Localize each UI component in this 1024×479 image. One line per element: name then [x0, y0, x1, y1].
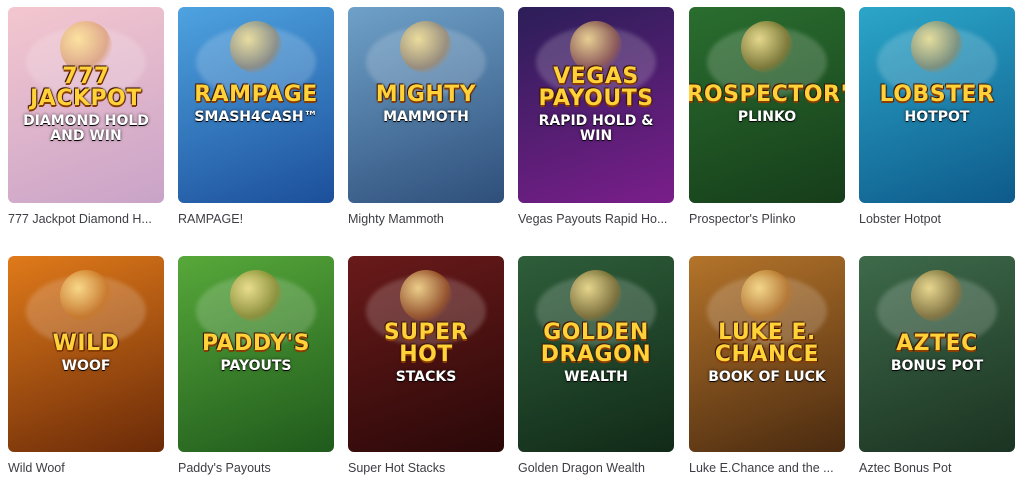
game-logo-sub: WOOF — [61, 358, 111, 375]
game-thumbnail[interactable]: 777 JACKPOT DIAMOND Hold and Win — [8, 7, 164, 203]
game-art: MIGHTY MAMMOTH — [348, 7, 504, 203]
game-logo-sub: WEALTH — [564, 369, 628, 386]
game-tile[interactable]: MIGHTY MAMMOTH Mighty Mammoth — [348, 7, 504, 226]
game-thumbnail[interactable]: LUKE E. CHANCE BOOK OF LUCK — [689, 256, 845, 452]
game-tile[interactable]: RAMPAGE SMASH4CASH™ RAMPAGE! — [178, 7, 334, 226]
game-logo-main: Vegas PAYOUTS — [538, 63, 654, 111]
game-logo-main: PADDY'S — [201, 331, 311, 357]
game-thumbnail[interactable]: RAMPAGE SMASH4CASH™ — [178, 7, 334, 203]
game-logo-main: MIGHTY — [375, 82, 477, 108]
game-title[interactable]: Super Hot Stacks — [348, 461, 508, 475]
game-tile[interactable]: PROSPECTOR'SPLINKOProspector's Plinko — [689, 7, 845, 226]
game-tile[interactable]: Vegas PAYOUTS RAPID HOLD & WIN Vegas Payou… — [518, 7, 674, 226]
game-tile[interactable]: PADDY'S PAYOUTS Paddy's Payouts — [178, 256, 334, 475]
game-title[interactable]: Lobster Hotpot — [859, 212, 1019, 226]
game-title[interactable]: RAMPAGE! — [178, 212, 338, 226]
game-thumbnail[interactable]: SUPER HOT STACKS — [348, 256, 504, 452]
game-thumbnail[interactable]: Vegas PAYOUTS RAPID HOLD & WIN — [518, 7, 674, 203]
game-tile[interactable]: SUPER HOT STACKS Super Hot Stacks — [348, 256, 504, 475]
game-title[interactable]: Prospector's Plinko — [689, 212, 849, 226]
game-logo-main: RAMPAGE — [194, 82, 318, 108]
game-logo-main: WILD — [52, 331, 120, 357]
game-logo-sub: MAMMOTH — [383, 109, 469, 126]
game-art: GOLDEN DRAGON WEALTH — [518, 256, 674, 452]
game-title[interactable]: 777 Jackpot Diamond H... — [8, 212, 168, 226]
game-logo-sub: DIAMOND Hold and Win — [23, 112, 149, 144]
game-art: 777 JACKPOT DIAMOND Hold and Win — [8, 7, 164, 203]
game-art: LOBSTER HOTPOT — [859, 7, 1015, 203]
game-logo-sub: STACKS — [395, 369, 457, 386]
game-thumbnail[interactable]: AZTEC BONUS POT — [859, 256, 1015, 452]
game-title[interactable]: Aztec Bonus Pot — [859, 461, 1019, 475]
game-logo-main: LOBSTER — [879, 82, 995, 108]
game-title[interactable]: Paddy's Payouts — [178, 461, 338, 475]
game-logo-sub: PAYOUTS — [220, 358, 292, 375]
game-art: PADDY'S PAYOUTS — [178, 256, 334, 452]
game-logo-sub: HOTPOT — [904, 109, 970, 126]
game-logo-main: AZTEC — [896, 331, 978, 357]
game-logo-sub: RAPID HOLD & WIN — [538, 112, 654, 144]
game-title[interactable]: Luke E.Chance and the ... — [689, 461, 849, 475]
game-tile[interactable]: AZTEC BONUS POT Aztec Bonus Pot — [859, 256, 1015, 475]
game-thumbnail[interactable]: LOBSTER HOTPOT — [859, 7, 1015, 203]
game-logo-main: SUPER HOT — [383, 320, 469, 368]
game-title[interactable]: Mighty Mammoth — [348, 212, 508, 226]
game-logo-main: LUKE E. CHANCE — [714, 320, 820, 368]
game-art: PROSPECTOR'SPLINKO — [689, 7, 845, 203]
game-art: LUKE E. CHANCE BOOK OF LUCK — [689, 256, 845, 452]
game-logo-main: GOLDEN DRAGON — [540, 320, 652, 368]
game-tile[interactable]: 777 JACKPOT DIAMOND Hold and Win 777 Jackp… — [8, 7, 164, 226]
game-logo-main: PROSPECTOR'S — [689, 82, 845, 108]
game-tile[interactable]: LUKE E. CHANCE BOOK OF LUCK Luke E.Chance … — [689, 256, 845, 475]
game-logo-main: 777 JACKPOT — [30, 63, 142, 111]
game-logo-sub: SMASH4CASH™ — [194, 109, 318, 126]
game-thumbnail[interactable]: WILD WOOF — [8, 256, 164, 452]
game-logo-sub: PLINKO — [737, 109, 797, 126]
game-art: SUPER HOT STACKS — [348, 256, 504, 452]
game-logo-sub: BOOK OF LUCK — [708, 369, 826, 386]
game-art: AZTEC BONUS POT — [859, 256, 1015, 452]
game-title[interactable]: Golden Dragon Wealth — [518, 461, 678, 475]
game-thumbnail[interactable]: PADDY'S PAYOUTS — [178, 256, 334, 452]
game-title[interactable]: Vegas Payouts Rapid Ho... — [518, 212, 678, 226]
game-thumbnail[interactable]: MIGHTY MAMMOTH — [348, 7, 504, 203]
game-tile[interactable]: WILD WOOF Wild Woof — [8, 256, 164, 475]
game-tile[interactable]: LOBSTER HOTPOT Lobster Hotpot — [859, 7, 1015, 226]
game-title[interactable]: Wild Woof — [8, 461, 168, 475]
game-art: WILD WOOF — [8, 256, 164, 452]
game-tile[interactable]: GOLDEN DRAGON WEALTH Golden Dragon Wealth — [518, 256, 674, 475]
game-logo-sub: BONUS POT — [890, 358, 984, 375]
game-thumbnail[interactable]: GOLDEN DRAGON WEALTH — [518, 256, 674, 452]
game-art: Vegas PAYOUTS RAPID HOLD & WIN — [518, 7, 674, 203]
game-art: RAMPAGE SMASH4CASH™ — [178, 7, 334, 203]
game-thumbnail[interactable]: PROSPECTOR'SPLINKO — [689, 7, 845, 203]
